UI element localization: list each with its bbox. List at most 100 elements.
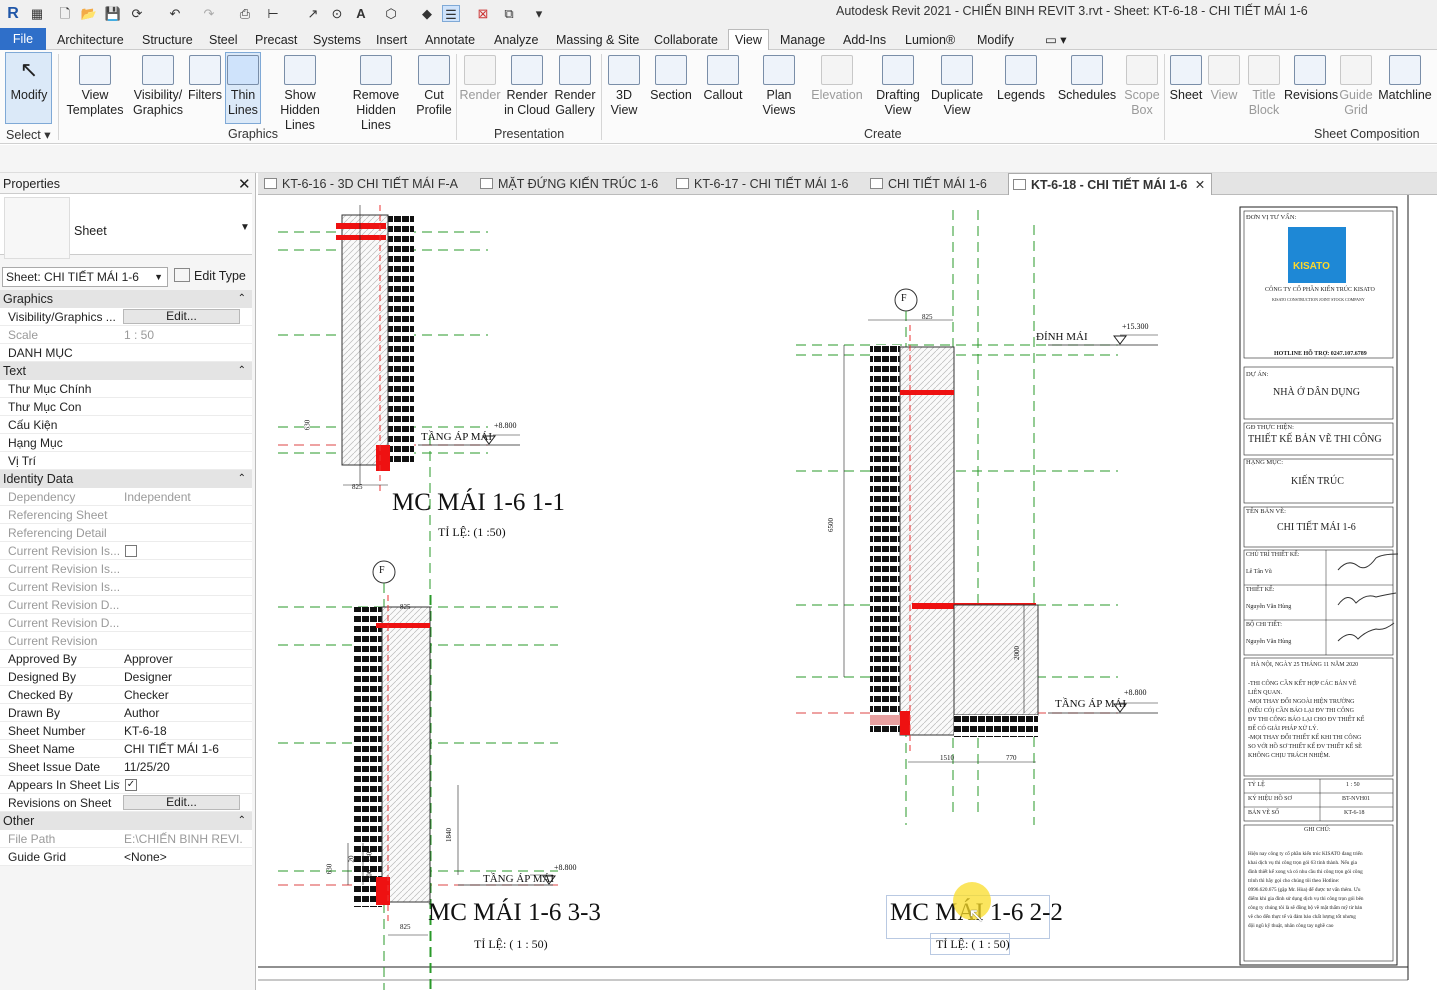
thin-lines-icon[interactable]: ☰ <box>442 5 460 22</box>
property-row[interactable]: Current Revision <box>0 632 252 650</box>
section-header-graphics[interactable]: Graphics ⌃ <box>0 290 252 308</box>
property-value[interactable]: CHI TIẾT MÁI 1-6 <box>124 740 242 758</box>
type-selector[interactable]: Sheet ▼ <box>0 193 252 259</box>
cut-profile-button[interactable]: Cut Profile <box>414 55 454 118</box>
tab-structure[interactable]: Structure <box>142 30 193 50</box>
sheet-canvas[interactable]: MC MÁI 1-6 1-1 TỈ LỆ: (1 :50) TẦNG ÁP MÁ… <box>258 195 1437 990</box>
plan-views-button[interactable]: Plan Views <box>758 55 800 118</box>
tab-file[interactable]: File <box>0 28 46 50</box>
tab-analyze[interactable]: Analyze <box>494 30 538 50</box>
tab-architecture[interactable]: Architecture <box>57 30 124 50</box>
property-row[interactable]: Drawn By Author <box>0 704 252 722</box>
tab-systems[interactable]: Systems <box>313 30 361 50</box>
instance-selector[interactable]: Sheet: CHI TIẾT MÁI 1-6 ▼ <box>2 267 168 287</box>
drafting-view-button[interactable]: Drafting View <box>872 55 924 118</box>
property-value[interactable]: 1 : 50 <box>124 326 242 344</box>
tag-icon[interactable]: ⊙ <box>328 5 346 22</box>
duplicate-view-button[interactable]: Duplicate View <box>928 55 986 118</box>
revit-logo-icon[interactable]: R <box>4 5 22 22</box>
close-icon[interactable]: ✕ <box>238 175 251 193</box>
collapse-icon[interactable]: ⌃ <box>238 812 246 830</box>
property-row[interactable]: DANH MỤC <box>0 344 252 362</box>
tab-manage[interactable]: Manage <box>780 30 825 50</box>
checkbox[interactable] <box>125 545 137 557</box>
dimension-icon[interactable]: ↗ <box>304 5 322 22</box>
property-row[interactable]: Sheet Number KT-6-18 <box>0 722 252 740</box>
tab-insert[interactable]: Insert <box>376 30 407 50</box>
property-row[interactable]: Thư Mục Chính <box>0 380 252 398</box>
tab-precast[interactable]: Precast <box>255 30 297 50</box>
tab-steel[interactable]: Steel <box>209 30 238 50</box>
property-row[interactable]: Current Revision Is... <box>0 578 252 596</box>
collapse-icon[interactable]: ⌃ <box>238 290 246 308</box>
property-row[interactable]: Cấu Kiện <box>0 416 252 434</box>
property-row[interactable]: Revisions on Sheet Edit... <box>0 794 252 812</box>
tab-modify[interactable]: Modify <box>977 30 1014 50</box>
open-icon[interactable]: 📂 <box>80 5 98 22</box>
property-row[interactable]: Appears In Sheet List ✓ <box>0 776 252 794</box>
property-row[interactable]: Designed By Designer <box>0 668 252 686</box>
property-row[interactable]: Dependency Independent <box>0 488 252 506</box>
3d-view-button[interactable]: 3D View <box>604 55 644 118</box>
property-row[interactable]: Sheet Name CHI TIẾT MÁI 1-6 <box>0 740 252 758</box>
show-hidden-lines-button[interactable]: Show Hidden Lines <box>264 55 336 133</box>
property-row[interactable]: Hạng Mục <box>0 434 252 452</box>
tab-lumion[interactable]: Lumion® <box>905 30 955 50</box>
property-row[interactable]: Scale 1 : 50 <box>0 326 252 344</box>
title-block-button[interactable]: Title Block <box>1244 55 1284 118</box>
redo-icon[interactable]: ↷ <box>200 5 218 22</box>
elevation-button[interactable]: Elevation <box>808 55 866 103</box>
tab-massing-site[interactable]: Massing & Site <box>556 30 639 50</box>
revisions-button[interactable]: Revisions <box>1284 55 1338 103</box>
ribbon-minimize-icon[interactable]: ▭ ▾ <box>1045 30 1067 50</box>
property-row[interactable]: Current Revision D... <box>0 596 252 614</box>
collapse-icon[interactable]: ⌃ <box>238 362 246 380</box>
guide-grid-button[interactable]: Guide Grid <box>1338 55 1374 118</box>
property-value[interactable]: 11/25/20 <box>124 758 242 776</box>
property-row[interactable]: Checked By Checker <box>0 686 252 704</box>
matchline-button[interactable]: Matchline <box>1376 55 1434 103</box>
measure-icon[interactable]: ⊢ <box>264 5 282 22</box>
view-tab-kt-6-17[interactable]: KT-6-17 - CHI TIẾT MÁI 1-6 <box>672 173 848 195</box>
thin-lines-button[interactable]: Thin Lines <box>226 55 260 118</box>
property-value[interactable]: Author <box>124 704 242 722</box>
property-row[interactable]: Sheet Issue Date 11/25/20 <box>0 758 252 776</box>
callout-button[interactable]: Callout <box>700 55 746 103</box>
property-value[interactable]: <None> <box>124 848 242 866</box>
property-row[interactable]: Visibility/Graphics ... Edit... <box>0 308 252 326</box>
view-templates-button[interactable]: View Templates <box>64 55 126 118</box>
schedules-button[interactable]: Schedules <box>1056 55 1118 103</box>
property-value[interactable]: Checker <box>124 686 242 704</box>
property-row[interactable]: Vị Trí <box>0 452 252 470</box>
view-tab-mat-dung[interactable]: MẶT ĐỨNG KIẾN TRÚC 1-6 <box>476 173 658 195</box>
new-icon[interactable]: 🗋 <box>56 5 74 22</box>
property-row[interactable]: Referencing Sheet <box>0 506 252 524</box>
legends-button[interactable]: Legends <box>994 55 1048 103</box>
section-header-text[interactable]: Text ⌃ <box>0 362 252 380</box>
view-tab-chi-tiet[interactable]: CHI TIẾT MÁI 1-6 <box>866 173 987 195</box>
property-row[interactable]: Current Revision D... <box>0 614 252 632</box>
checkbox[interactable]: ✓ <box>125 779 137 791</box>
modify-button[interactable]: ↖ Modify <box>6 55 52 103</box>
view-tab-kt-6-16[interactable]: KT-6-16 - 3D CHI TIẾT MÁI F-A <box>260 173 458 195</box>
render-gallery-button[interactable]: Render Gallery <box>552 55 598 118</box>
tab-view[interactable]: View <box>728 29 769 51</box>
place-view-button[interactable]: View <box>1206 55 1242 103</box>
select-dropdown[interactable]: Select ▾ <box>6 127 51 142</box>
view-tab-kt-6-18[interactable]: KT-6-18 - CHI TIẾT MÁI 1-6 ✕ <box>1008 173 1213 195</box>
collapse-icon[interactable]: ⌃ <box>238 470 246 488</box>
edit-button[interactable]: Edit... <box>123 795 240 810</box>
property-value[interactable]: KT-6-18 <box>124 722 242 740</box>
property-value[interactable]: E:\CHIẾN BINH REVI... <box>124 830 242 848</box>
undo-icon[interactable]: ↶ <box>166 5 184 22</box>
property-row[interactable]: Thư Mục Con <box>0 398 252 416</box>
section-button[interactable]: Section <box>647 55 695 103</box>
filters-button[interactable]: Filters <box>186 55 224 103</box>
sheet-button[interactable]: Sheet <box>1166 55 1206 103</box>
property-value[interactable]: Independent <box>124 488 242 506</box>
render-in-cloud-button[interactable]: Render in Cloud <box>503 55 551 118</box>
text-icon[interactable]: A <box>352 5 370 22</box>
save-icon[interactable]: 💾 <box>104 5 122 22</box>
visibility-graphics-button[interactable]: Visibility/Graphics <box>130 55 186 118</box>
edit-button[interactable]: Edit... <box>123 309 240 324</box>
